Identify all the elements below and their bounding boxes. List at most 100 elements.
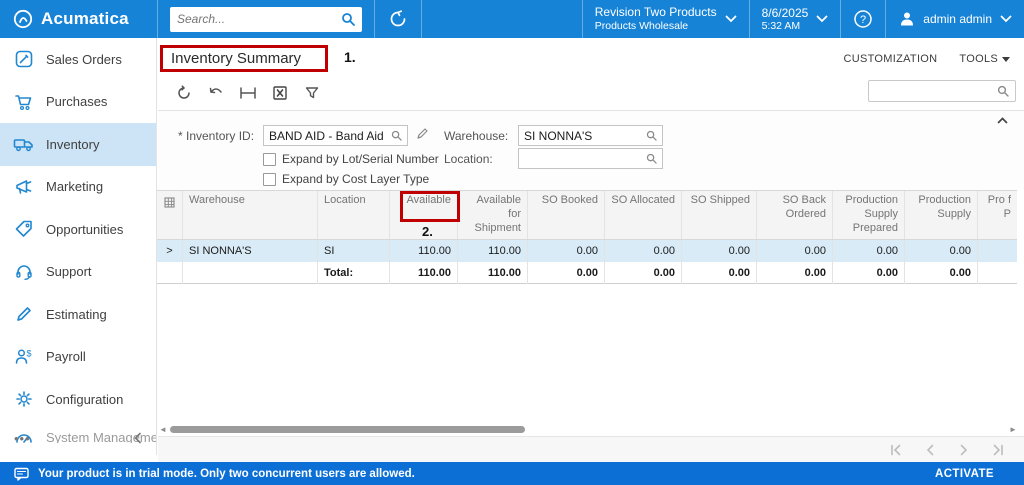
total-row: Total: 110.00 110.00 0.00 0.00 0.00 0.00…: [157, 262, 1017, 284]
cell-warehouse: SI NONNA'S: [183, 240, 318, 262]
previous-page-icon[interactable]: [918, 440, 942, 460]
person-dollar-icon: $: [13, 346, 35, 368]
filter-button[interactable]: [296, 80, 328, 106]
grid-search-input[interactable]: [875, 85, 997, 97]
tools-menu[interactable]: TOOLS: [959, 53, 1010, 65]
sidebar-item-label: Purchases: [46, 94, 107, 109]
tag-icon: [13, 218, 35, 240]
column-header-clipped[interactable]: Pro f P: [978, 191, 1017, 239]
lookup-icon[interactable]: [391, 130, 402, 141]
gear-icon: [13, 388, 35, 410]
company-branch-selector[interactable]: Revision Two Products Products Wholesale: [583, 0, 749, 38]
inventory-id-value: BAND AID - Band Aid: [269, 129, 391, 143]
main-content: Inventory Summary 1. CUSTOMIZATION TOOLS: [158, 38, 1024, 455]
column-header-so-allocated[interactable]: SO Allocated: [605, 191, 682, 239]
acumatica-logo[interactable]: Acumatica: [0, 0, 157, 38]
fit-to-screen-button[interactable]: [232, 80, 264, 106]
column-header-production-supply-prepared[interactable]: Production Supply Prepared: [833, 191, 905, 239]
sidebar-item-sales-orders[interactable]: Sales Orders: [0, 38, 156, 81]
tools-label: TOOLS: [959, 53, 998, 65]
column-header-so-booked[interactable]: SO Booked: [528, 191, 605, 239]
customization-menu[interactable]: CUSTOMIZATION: [843, 53, 937, 65]
filter-form-panel: * Inventory ID: BAND AID - Band Aid Expa…: [158, 110, 1024, 190]
cell-available: 110.00: [390, 240, 458, 262]
refresh-button[interactable]: [168, 80, 200, 106]
business-date: 8/6/2025: [762, 6, 809, 20]
export-to-excel-button[interactable]: [264, 80, 296, 106]
warehouse-label: Warehouse:: [444, 129, 508, 143]
svg-text:?: ?: [860, 14, 866, 26]
location-field[interactable]: [518, 148, 663, 169]
table-row[interactable]: > SI NONNA'S SI NONNA'S 110.00 110.00 0.…: [157, 240, 1017, 262]
sidebar-item-label: Opportunities: [46, 222, 123, 237]
column-header-so-shipped[interactable]: SO Shipped: [682, 191, 757, 239]
grid-search-box[interactable]: [868, 80, 1016, 102]
sidebar-item-configuration[interactable]: Configuration: [0, 378, 156, 421]
total-production-supply-prepared: 0.00: [833, 262, 905, 284]
scrollbar-thumb[interactable]: [170, 426, 525, 433]
edit-inventory-icon[interactable]: [416, 127, 429, 140]
collapse-sidebar-icon[interactable]: [133, 432, 143, 444]
cell-so-allocated: 0.00: [605, 240, 682, 262]
next-page-icon[interactable]: [952, 440, 976, 460]
sidebar-item-inventory[interactable]: Inventory: [0, 123, 156, 166]
divider: [421, 0, 422, 38]
more-items-button[interactable]: •••: [14, 431, 31, 446]
expand-lot-serial-checkbox[interactable]: [263, 153, 276, 166]
sidebar-item-label: Sales Orders: [46, 52, 122, 67]
sidebar-item-support[interactable]: Support: [0, 251, 156, 294]
pagination-bar: [158, 436, 1024, 462]
lookup-icon[interactable]: [646, 130, 657, 141]
expand-cost-layer-label: Expand by Cost Layer Type: [282, 172, 429, 186]
chevron-down-icon: [816, 15, 828, 23]
chevron-down-icon: [1000, 15, 1012, 23]
total-production-supply: 0.00: [905, 262, 978, 284]
global-search-box[interactable]: [170, 7, 362, 32]
last-page-icon[interactable]: [986, 440, 1010, 460]
cell-available-for-shipment: 110.00: [458, 240, 528, 262]
sidebar-item-label: Payroll: [46, 349, 86, 364]
shopping-cart-icon: [13, 91, 35, 113]
collapse-panel-icon[interactable]: [997, 117, 1008, 124]
total-so-booked: 0.00: [528, 262, 605, 284]
time-card-button[interactable]: [375, 0, 421, 38]
grid-header-row: Warehouse Location Available Available f…: [157, 190, 1017, 240]
lookup-icon[interactable]: [646, 153, 657, 164]
row-expander-icon[interactable]: >: [157, 240, 183, 262]
search-icon[interactable]: [341, 12, 355, 26]
scroll-left-icon[interactable]: ◄: [158, 424, 168, 435]
column-header-location[interactable]: Location: [318, 191, 390, 239]
activate-button[interactable]: ACTIVATE: [935, 468, 994, 480]
inventory-id-field[interactable]: BAND AID - Band Aid: [263, 125, 408, 146]
scroll-right-icon[interactable]: ►: [1008, 424, 1018, 435]
total-so-allocated: 0.00: [605, 262, 682, 284]
sidebar-item-label: Inventory: [46, 137, 99, 152]
column-header-available-for-shipment[interactable]: Available for Shipment: [458, 191, 528, 239]
column-header-so-back-ordered[interactable]: SO Back Ordered: [757, 191, 833, 239]
global-search-input[interactable]: [177, 12, 341, 26]
expand-lot-serial-option: Expand by Lot/Serial Number: [263, 152, 439, 166]
help-button[interactable]: ?: [841, 0, 885, 38]
column-header-warehouse[interactable]: Warehouse: [183, 191, 318, 239]
column-settings-icon[interactable]: [157, 191, 183, 239]
expand-cost-layer-checkbox[interactable]: [263, 173, 276, 186]
sidebar-item-opportunities[interactable]: Opportunities: [0, 208, 156, 251]
cell-clipped: [978, 240, 1017, 262]
total-clipped: [978, 262, 1017, 284]
user-menu[interactable]: admin admin: [886, 0, 1024, 38]
help-icon: ?: [853, 9, 873, 29]
headset-icon: [13, 261, 35, 283]
sidebar-item-purchases[interactable]: Purchases: [0, 81, 156, 124]
sidebar-item-marketing[interactable]: Marketing: [0, 166, 156, 209]
scrollbar-track[interactable]: [168, 425, 1008, 434]
business-date-selector[interactable]: 8/6/2025 5:32 AM: [750, 0, 841, 38]
page-title: Inventory Summary: [171, 50, 301, 67]
message-bubble-icon: [14, 467, 29, 481]
sidebar-item-estimating[interactable]: Estimating: [0, 293, 156, 336]
cell-so-back-ordered: 0.00: [757, 240, 833, 262]
first-page-icon[interactable]: [884, 440, 908, 460]
sidebar-item-payroll[interactable]: $ Payroll: [0, 336, 156, 379]
warehouse-field[interactable]: SI NONNA'S: [518, 125, 663, 146]
undo-button[interactable]: [200, 80, 232, 106]
column-header-production-supply[interactable]: Production Supply: [905, 191, 978, 239]
